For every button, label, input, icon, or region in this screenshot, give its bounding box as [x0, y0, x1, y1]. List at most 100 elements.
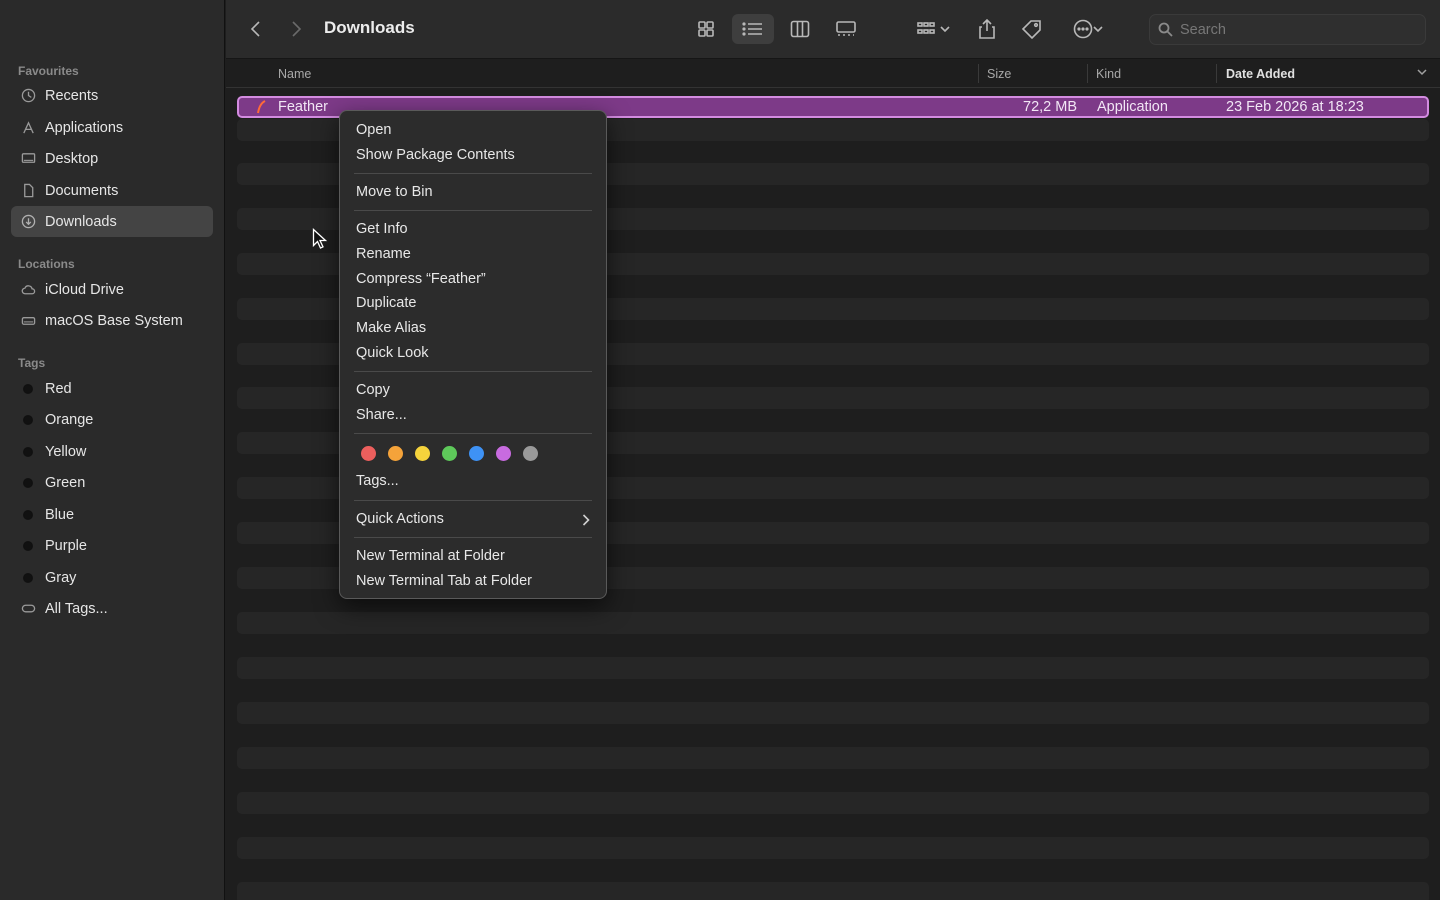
sort-chevron-icon[interactable]	[1416, 66, 1428, 80]
chevron-right-icon	[292, 21, 302, 37]
sidebar-item-label: Downloads	[45, 213, 117, 230]
tag-button[interactable]	[1018, 14, 1046, 44]
empty-row	[237, 792, 1429, 814]
desktop-icon	[20, 151, 36, 167]
tag-dot-icon	[23, 414, 33, 425]
column-view-button[interactable]	[784, 14, 816, 44]
column-header: Name Size Kind Date Added	[226, 60, 1440, 88]
menu-item-get-info[interactable]: Get Info	[356, 221, 408, 237]
menu-item-quick-look[interactable]: Quick Look	[356, 345, 429, 361]
tag-color-purple[interactable]	[496, 446, 511, 461]
columns-icon	[790, 20, 810, 38]
tag-dot-icon	[23, 477, 33, 488]
empty-row	[237, 882, 1429, 900]
file-size: 72,2 MB	[1023, 99, 1077, 115]
sidebar-item-label: Red	[45, 380, 72, 397]
column-date-added[interactable]: Date Added	[1226, 67, 1295, 81]
sidebar-item-documents[interactable]: Documents	[11, 175, 213, 206]
sidebar-item-tag-green[interactable]: Green	[11, 467, 213, 498]
tag-color-gray[interactable]	[523, 446, 538, 461]
column-kind[interactable]: Kind	[1096, 67, 1121, 81]
menu-item-copy[interactable]: Copy	[356, 382, 390, 398]
sidebar: Favourites Recents Applications Desktop …	[0, 0, 225, 900]
menu-item-share[interactable]: Share...	[356, 407, 407, 423]
menu-separator	[354, 173, 592, 174]
sidebar-item-label: Gray	[45, 569, 77, 586]
sidebar-item-downloads[interactable]: Downloads	[11, 206, 213, 237]
applications-icon	[20, 120, 36, 136]
sidebar-item-desktop[interactable]: Desktop	[11, 143, 213, 174]
menu-item-new-terminal-tab-at-folder[interactable]: New Terminal Tab at Folder	[356, 573, 532, 589]
sidebar-item-macos-base-system[interactable]: macOS Base System	[11, 305, 213, 336]
icon-view-button[interactable]	[690, 14, 722, 44]
tag-color-blue[interactable]	[469, 446, 484, 461]
sidebar-item-label: Yellow	[45, 443, 87, 460]
sidebar-item-label: All Tags...	[45, 600, 108, 617]
column-divider[interactable]	[1216, 64, 1217, 83]
window-title: Downloads	[324, 18, 415, 37]
sidebar-item-applications[interactable]: Applications	[11, 112, 213, 143]
cloud-icon	[20, 282, 36, 298]
gallery-icon	[836, 21, 856, 36]
sidebar-item-recents[interactable]: Recents	[11, 80, 213, 111]
empty-row	[237, 702, 1429, 724]
column-size[interactable]: Size	[987, 67, 1011, 81]
menu-item-rename[interactable]: Rename	[356, 246, 411, 262]
file-kind: Application	[1097, 99, 1168, 115]
sidebar-item-label: iCloud Drive	[45, 281, 124, 298]
tag-color-red[interactable]	[361, 446, 376, 461]
menu-item-tags[interactable]: Tags...	[356, 473, 399, 489]
share-button[interactable]	[974, 14, 1000, 44]
search-field[interactable]: Search	[1149, 14, 1426, 45]
back-button[interactable]	[244, 14, 268, 44]
sidebar-item-label: Desktop	[45, 150, 99, 167]
action-menu-button[interactable]	[1066, 14, 1110, 44]
menu-item-move-to-bin[interactable]: Move to Bin	[356, 184, 433, 200]
clock-icon	[20, 88, 36, 104]
file-date-added: 23 Feb 2026 at 18:23	[1226, 99, 1364, 115]
column-divider[interactable]	[978, 64, 979, 83]
file-name: Feather	[278, 99, 328, 115]
mouse-cursor-icon	[312, 228, 328, 255]
toolbar: Downloads Search	[226, 0, 1440, 59]
sidebar-item-label: macOS Base System	[45, 312, 183, 329]
tag-dot-icon	[23, 383, 33, 394]
menu-item-duplicate[interactable]: Duplicate	[356, 295, 416, 311]
search-icon	[1158, 22, 1173, 37]
sidebar-item-tag-red[interactable]: Red	[11, 373, 213, 404]
sidebar-item-label: Blue	[45, 506, 75, 523]
sidebar-item-tag-purple[interactable]: Purple	[11, 530, 213, 561]
sidebar-item-icloud-drive[interactable]: iCloud Drive	[11, 274, 213, 305]
menu-separator	[354, 371, 592, 372]
menu-item-new-terminal-at-folder[interactable]: New Terminal at Folder	[356, 548, 505, 564]
tag-outline-icon	[20, 601, 36, 617]
sidebar-item-label: Green	[45, 474, 86, 491]
ellipsis-circle-icon	[1073, 19, 1093, 39]
sidebar-item-tag-orange[interactable]: Orange	[11, 404, 213, 435]
sidebar-item-tag-yellow[interactable]: Yellow	[11, 436, 213, 467]
menu-item-compress[interactable]: Compress “Feather”	[356, 271, 486, 287]
list-icon	[742, 22, 762, 36]
tag-color-yellow[interactable]	[415, 446, 430, 461]
list-view-button[interactable]	[732, 14, 774, 44]
menu-item-open[interactable]: Open	[356, 122, 391, 138]
menu-separator	[354, 537, 592, 538]
menu-item-quick-actions[interactable]: Quick Actions	[356, 511, 444, 527]
sidebar-item-all-tags[interactable]: All Tags...	[11, 593, 213, 624]
menu-separator	[354, 500, 592, 501]
column-divider[interactable]	[1087, 64, 1088, 83]
group-by-button[interactable]	[910, 14, 956, 44]
menu-item-make-alias[interactable]: Make Alias	[356, 320, 426, 336]
menu-item-show-package-contents[interactable]: Show Package Contents	[356, 147, 515, 163]
favourites-heading: Favourites	[18, 64, 79, 78]
search-placeholder: Search	[1180, 21, 1226, 38]
column-name[interactable]: Name	[278, 67, 311, 81]
sidebar-item-tag-blue[interactable]: Blue	[11, 499, 213, 530]
forward-button[interactable]	[284, 14, 308, 44]
tag-color-orange[interactable]	[388, 446, 403, 461]
sidebar-item-tag-gray[interactable]: Gray	[11, 562, 213, 593]
tag-color-green[interactable]	[442, 446, 457, 461]
gallery-view-button[interactable]	[830, 14, 862, 44]
feather-app-icon	[256, 100, 268, 118]
menu-separator	[354, 433, 592, 434]
